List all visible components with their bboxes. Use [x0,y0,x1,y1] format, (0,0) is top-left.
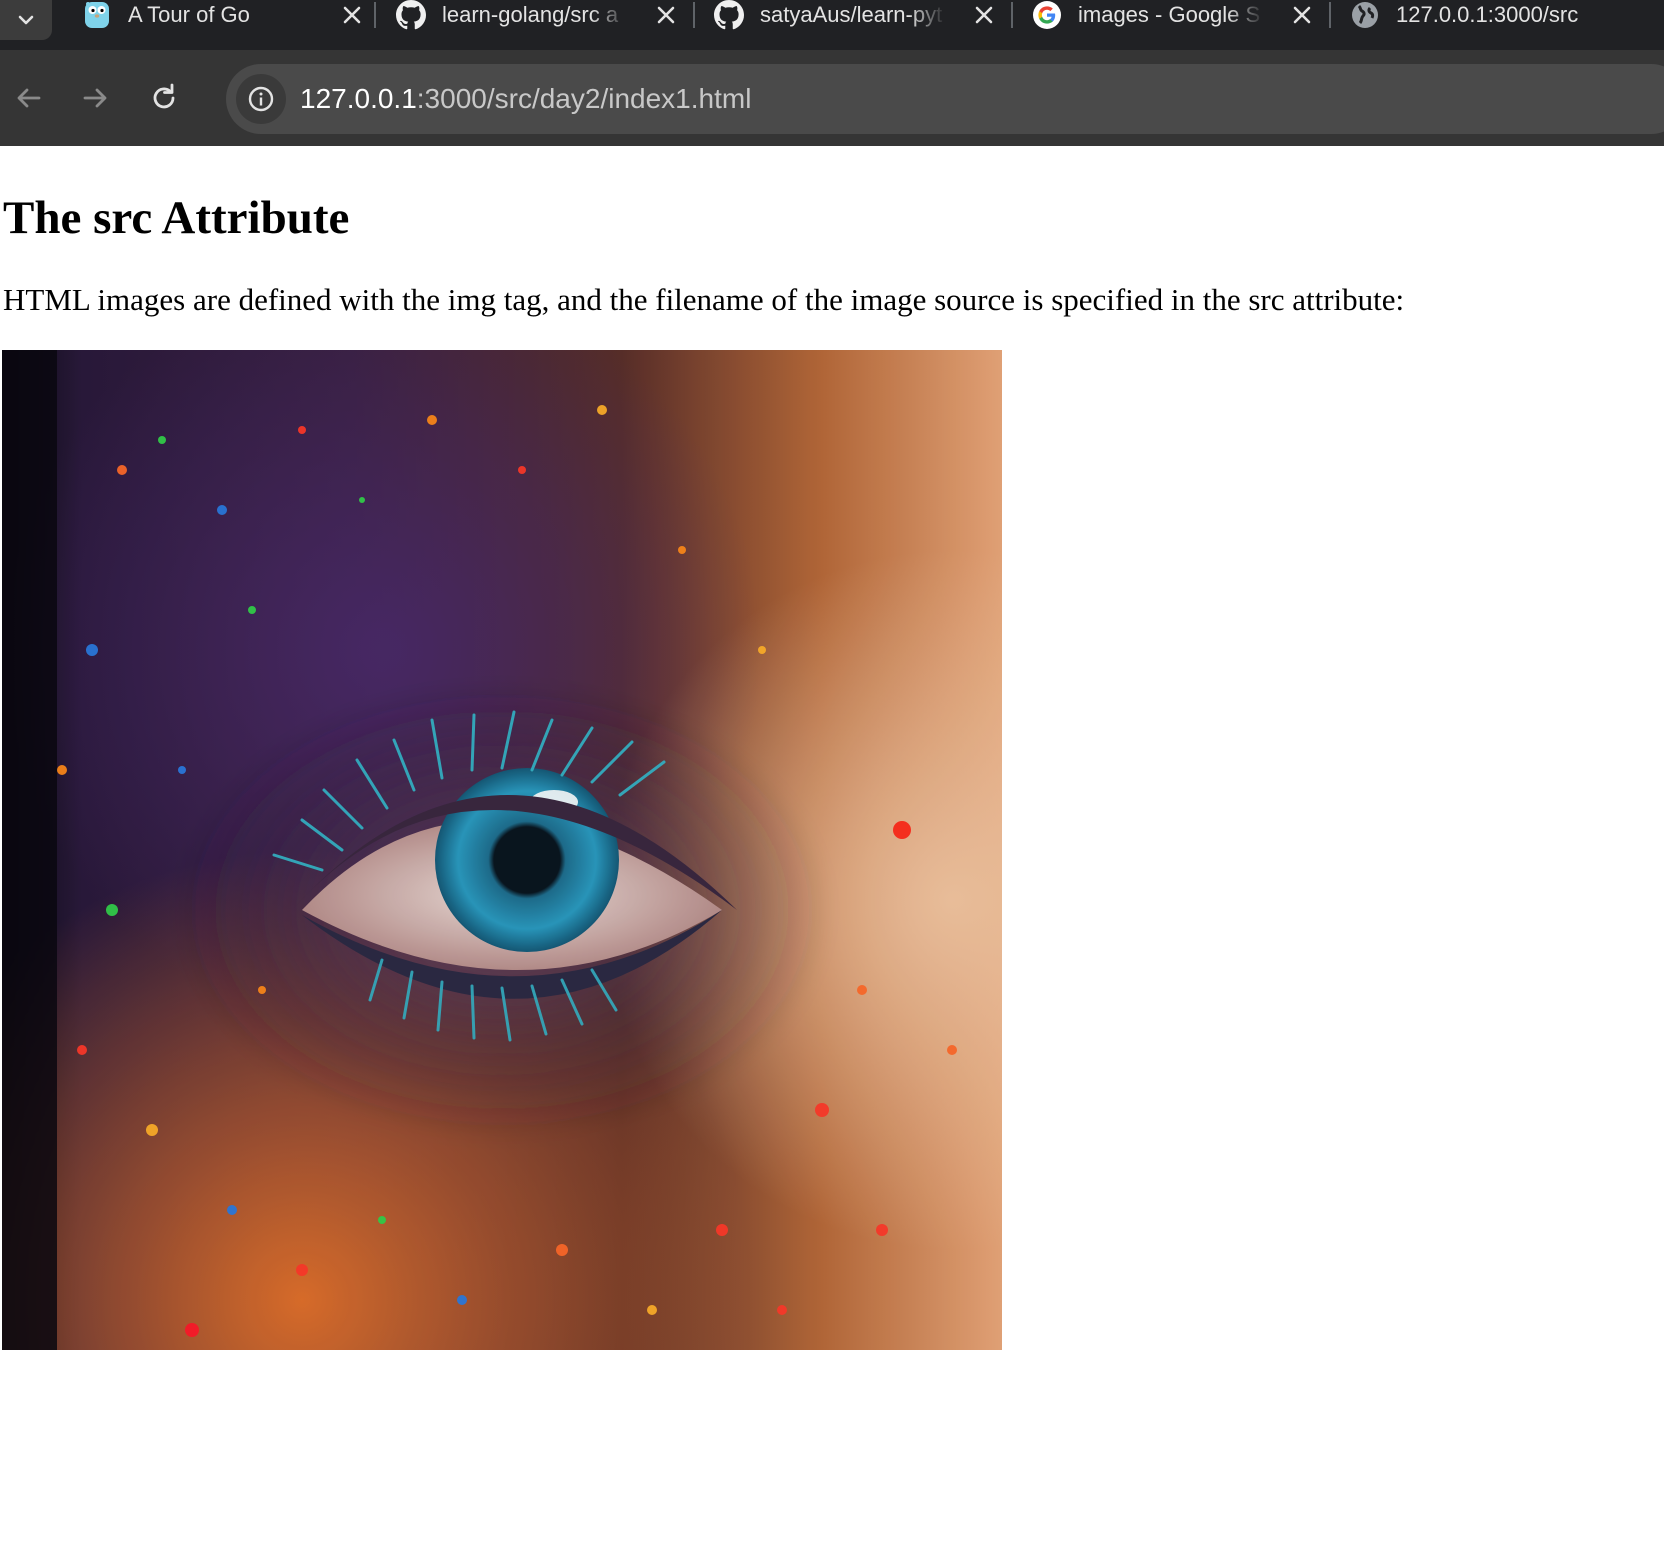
tab-learn-golang[interactable]: learn-golang/src a [382,0,702,30]
github-icon [714,0,744,30]
reload-icon[interactable] [145,79,183,117]
tab-separator [1329,2,1331,28]
forward-arrow-icon[interactable] [76,79,114,117]
gopher-icon [85,2,109,28]
address-bar[interactable]: 127.0.0.1:3000/src/day2/index1.html [226,64,1664,134]
close-icon[interactable] [1290,3,1314,27]
google-icon [1033,1,1061,29]
browser-toolbar: 127.0.0.1:3000/src/day2/index1.html [0,50,1664,146]
close-icon[interactable] [340,3,364,27]
info-icon [248,86,274,112]
chevron-down-icon [18,15,34,25]
page-content: The src Attribute HTML images are define… [0,146,1664,1544]
tab-title: images - Google S [1078,2,1261,27]
page-heading: The src Attribute [3,192,350,244]
tab-title: A Tour of Go [128,2,250,27]
url-text[interactable]: 127.0.0.1:3000/src/day2/index1.html [300,64,751,134]
url-path: :3000/src/day2/index1.html [416,83,752,114]
tab-title: satyaAus/learn-pyt [760,2,943,27]
tab-google-images[interactable]: images - Google S [1018,0,1338,30]
page-paragraph: HTML images are defined with the img tag… [3,282,1405,317]
tab-title: 127.0.0.1:3000/src [1396,2,1579,27]
tab-separator [693,2,695,28]
tab-satyaaus-learn-python[interactable]: satyaAus/learn-pyt [700,0,1020,30]
url-host: 127.0.0.1 [300,83,417,114]
tab-separator [1011,2,1013,28]
tab-search-button[interactable] [0,0,52,40]
github-icon [396,0,426,30]
colorful-eye-photo [2,350,1002,1350]
tab-a-tour-of-go[interactable]: A Tour of Go [68,0,388,30]
tab-title: learn-golang/src a [442,2,619,27]
tab-localhost[interactable]: 127.0.0.1:3000/src [1336,0,1656,30]
back-arrow-icon[interactable] [10,79,48,117]
tab-strip: A Tour of Go learn-golang/src a satyaAus… [0,0,1664,50]
close-icon[interactable] [972,3,996,27]
site-info-button[interactable] [236,74,286,124]
tab-separator [374,2,376,28]
globe-icon [1352,2,1378,28]
close-icon[interactable] [654,3,678,27]
